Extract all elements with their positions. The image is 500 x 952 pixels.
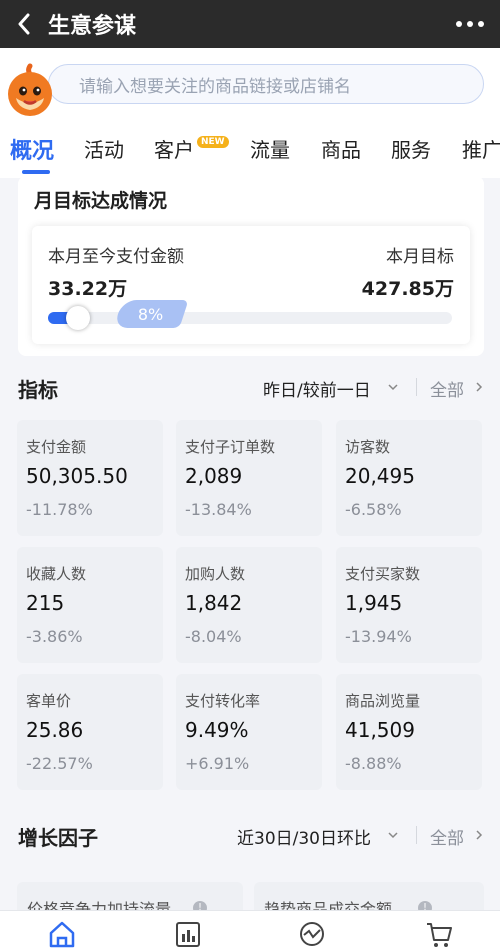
tab-products[interactable]: 商品 [321,134,361,163]
metric-change: -3.86% [26,627,83,646]
divider [416,378,417,396]
more-dot-icon [456,21,462,27]
metric-card[interactable]: 访客数 20,495 -6.58% [336,420,482,536]
metric-card[interactable]: 支付子订单数 2,089 -13.84% [176,420,322,536]
metric-value: 25.86 [26,718,84,742]
metric-change: -13.94% [345,627,412,646]
metric-change: -6.58% [345,500,402,519]
tab-customer[interactable]: 客户 [154,134,194,163]
progress-knob [66,306,91,330]
metric-value: 50,305.50 [26,464,128,488]
chevron-down-icon [388,384,398,391]
progress-track [48,312,452,324]
divider [416,826,417,844]
shopping-cart-icon[interactable] [424,919,454,949]
metric-value: 215 [26,591,65,615]
mascot-avatar-icon[interactable] [2,62,58,118]
more-dot-icon [467,21,473,27]
more-options-button[interactable] [456,0,484,48]
metric-label: 加购人数 [185,565,246,583]
metrics-section-header: 指标 昨日/较前一日 全部 [0,362,500,412]
more-dot-icon [478,21,484,27]
metric-label: 支付金额 [26,438,87,456]
tab-activity[interactable]: 活动 [84,134,124,163]
page-title: 生意参谋 [48,14,137,39]
metric-change: -8.04% [185,627,242,646]
metric-card[interactable]: 支付金额 50,305.50 -11.78% [17,420,163,536]
goal-card-title: 月目标达成情况 [34,190,168,212]
metric-card[interactable]: 支付转化率 9.49% +6.91% [176,674,322,790]
metric-card[interactable]: 商品浏览量 41,509 -8.88% [336,674,482,790]
search-input[interactable]: 请输入想要关注的商品链接或店铺名 [48,64,484,104]
home-icon[interactable] [47,919,77,949]
tab-overview[interactable]: 概况 [10,133,54,165]
metric-value: 41,509 [345,718,415,742]
search-row: 请输入想要关注的商品链接或店铺名 [0,48,500,118]
tab-traffic[interactable]: 流量 [250,134,290,163]
metric-change: +6.91% [185,754,250,773]
metric-card[interactable]: 支付买家数 1,945 -13.94% [336,547,482,663]
chevron-down-icon [388,832,398,839]
back-button[interactable] [0,0,48,48]
metrics-section-title: 指标 [18,378,58,402]
bottom-navigation [0,910,500,952]
progress-percent-badge: 8% [113,300,189,328]
metric-label: 支付买家数 [345,565,421,583]
chevron-right-icon [476,830,483,840]
growth-all-link[interactable]: 全部 [430,824,464,849]
search-placeholder: 请输入想要关注的商品链接或店铺名 [79,76,351,97]
metric-label: 支付子订单数 [185,438,276,456]
metric-change: -22.57% [26,754,93,773]
monthly-goal-card: 月目标达成情况 本月至今支付金额 本月目标 33.22万 427.85万 8% [18,176,484,356]
target-value: 427.85万 [361,278,454,300]
paid-amount-value: 33.22万 [48,278,128,300]
paid-amount-label: 本月至今支付金额 [48,247,184,267]
metric-label: 支付转化率 [185,692,261,710]
metric-card[interactable]: 加购人数 1,842 -8.04% [176,547,322,663]
tab-promotion[interactable]: 推广 [462,134,500,163]
metric-change: -13.84% [185,500,252,519]
metric-label: 客单价 [26,692,72,710]
active-tab-indicator [22,170,50,174]
metric-label: 商品浏览量 [345,692,421,710]
chevron-right-icon [476,382,483,392]
metric-value: 9.49% [185,718,249,742]
target-label: 本月目标 [386,247,454,267]
metric-change: -8.88% [345,754,402,773]
trend-monitor-icon[interactable] [297,919,327,949]
chevron-left-icon [18,13,30,35]
metric-card[interactable]: 客单价 25.86 -22.57% [17,674,163,790]
metric-value: 1,842 [185,591,243,615]
growth-section-title: 增长因子 [18,826,98,850]
tab-bar: 概况 活动 客户 NEW 流量 商品 服务 推广 [0,118,500,178]
metric-value: 20,495 [345,464,415,488]
metric-value: 2,089 [185,464,243,488]
report-chart-icon[interactable] [173,919,203,949]
metric-label: 访客数 [345,438,391,456]
goal-progress-panel[interactable]: 本月至今支付金额 本月目标 33.22万 427.85万 8% [32,226,470,344]
tab-service[interactable]: 服务 [391,134,431,163]
metrics-date-filter[interactable]: 昨日/较前一日 [263,376,371,401]
title-bar: 生意参谋 [0,0,500,48]
metric-card[interactable]: 收藏人数 215 -3.86% [17,547,163,663]
metric-value: 1,945 [345,591,403,615]
metrics-all-link[interactable]: 全部 [430,376,464,401]
growth-section-header: 增长因子 近30日/30日环比 全部 [0,810,500,860]
metric-change: -11.78% [26,500,93,519]
growth-date-filter[interactable]: 近30日/30日环比 [237,824,371,849]
metric-label: 收藏人数 [26,565,87,583]
new-badge: NEW [197,136,229,148]
